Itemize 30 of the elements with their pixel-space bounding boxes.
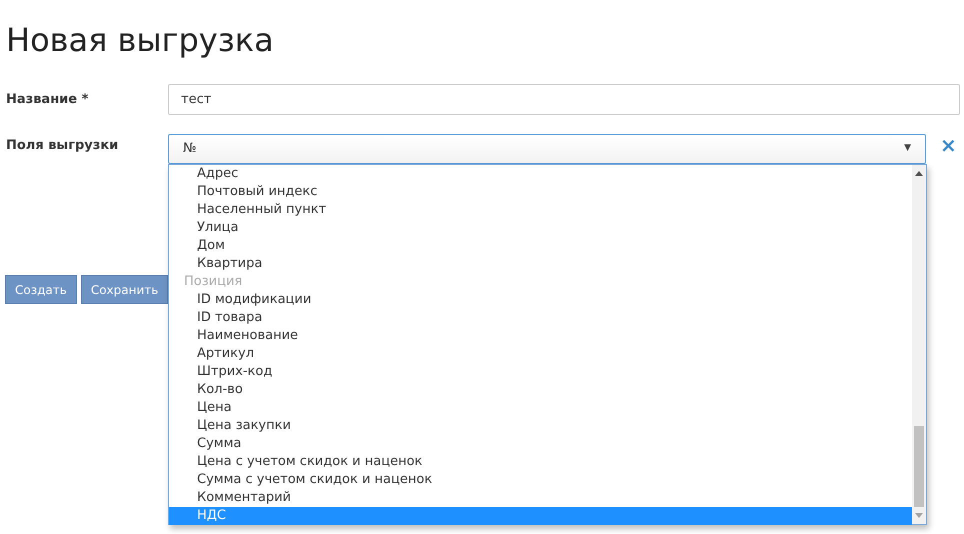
dropdown-option[interactable]: Населенный пункт — [169, 201, 912, 219]
field-label: Поля выгрузки — [6, 137, 120, 155]
dropdown-option[interactable]: Наименование — [169, 327, 912, 345]
dropdown-option[interactable]: ID товара — [169, 309, 912, 327]
dropdown-option[interactable]: Кол-во — [169, 381, 912, 399]
dropdown-option[interactable]: Комментарий — [169, 489, 912, 507]
dropdown-option[interactable]: Адрес — [169, 165, 912, 183]
dropdown-option[interactable]: Сумма с учетом скидок и наценок — [169, 471, 912, 489]
dropdown-option[interactable]: Дом — [169, 237, 912, 255]
fields-select[interactable]: № ▼ — [168, 134, 926, 164]
scroll-up-icon[interactable] — [915, 171, 923, 176]
dropdown-option[interactable]: ID модификации — [169, 291, 912, 309]
dropdown-option[interactable]: Цена с учетом скидок и наценок — [169, 453, 912, 471]
dropdown-option[interactable]: Цена закупки — [169, 417, 912, 435]
scrollbar[interactable] — [912, 165, 926, 524]
caret-icon: ▼ — [904, 142, 911, 156]
dropdown-option[interactable]: Квартира — [169, 255, 912, 273]
dropdown-option[interactable]: Улица — [169, 219, 912, 237]
dropdown-option[interactable]: Артикул — [169, 345, 912, 363]
dropdown-option[interactable]: Сумма — [169, 435, 912, 453]
option-group-label: Позиция — [183, 273, 244, 291]
dropdown-option[interactable]: Цена — [169, 399, 912, 417]
scrollbar-thumb[interactable] — [914, 426, 924, 507]
scroll-down-icon[interactable] — [915, 513, 923, 518]
dropdown-option[interactable]: Почтовый индекс — [169, 183, 912, 201]
clear-button[interactable]: × — [940, 134, 957, 156]
field-label: Название * — [6, 90, 90, 109]
page-title: Новая выгрузка — [6, 20, 274, 60]
dropdown-option[interactable]: Штрих-код — [169, 363, 912, 381]
name-input-field[interactable]: тест — [168, 84, 960, 115]
